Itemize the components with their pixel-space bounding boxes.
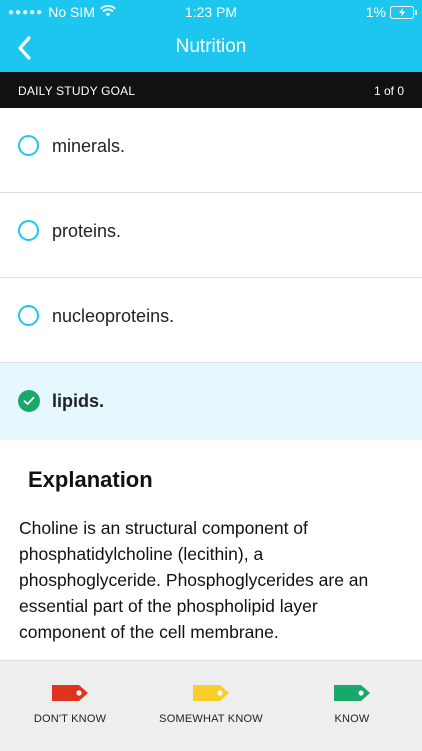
answer-label: nucleoproteins.: [52, 306, 175, 326]
dont-know-label: DON'T KNOW: [33, 713, 107, 725]
battery-percent: 1%: [365, 4, 386, 20]
knowledge-rating-bar: DON'T KNOW SOMEWHAT KNOW KNOW: [0, 660, 422, 751]
know-button[interactable]: KNOW: [282, 661, 422, 751]
answer-options: minerals. proteins. nucleoproteins. lipi…: [0, 108, 422, 448]
explanation-panel: Explanation Choline is an structural com…: [0, 440, 422, 660]
daily-goal-bar: DAILY STUDY GOAL 1 of 0: [0, 72, 422, 108]
answer-option-nucleoproteins[interactable]: nucleoproteins.: [0, 278, 422, 363]
answer-label: proteins.: [52, 221, 122, 241]
battery-charging-icon: [390, 5, 417, 19]
answer-option-lipids[interactable]: lipids.: [0, 363, 422, 448]
know-label: KNOW: [334, 713, 370, 725]
explanation-title: Explanation: [28, 467, 153, 492]
explanation-text: Choline is an structural component of ph…: [19, 518, 369, 642]
page-title: Nutrition: [175, 36, 247, 57]
answer-label: minerals.: [52, 136, 126, 156]
top-bar: ●●●●● No SIM 1:23 PM 1% Nutrition: [0, 0, 422, 72]
green-tag-icon: [334, 685, 370, 701]
dont-know-button[interactable]: DON'T KNOW: [0, 661, 140, 751]
status-time: 1:23 PM: [184, 4, 238, 20]
answer-label: lipids.: [52, 391, 105, 411]
status-right: 1%: [365, 4, 417, 20]
goal-progress: 1 of 0: [373, 84, 404, 98]
radio-icon: [18, 305, 39, 326]
daily-goal-label: DAILY STUDY GOAL: [18, 84, 136, 98]
status-bar: ●●●●● No SIM 1:23 PM 1%: [0, 0, 422, 24]
radio-icon: [18, 220, 39, 241]
yellow-tag-icon: [193, 685, 229, 701]
red-tag-icon: [52, 685, 88, 701]
nav-bar: Nutrition: [0, 24, 422, 72]
check-circle-icon: [18, 390, 40, 412]
answer-option-proteins[interactable]: proteins.: [0, 193, 422, 278]
somewhat-know-label: SOMEWHAT KNOW: [159, 713, 263, 725]
somewhat-know-button[interactable]: SOMEWHAT KNOW: [141, 661, 281, 751]
radio-icon: [18, 135, 39, 156]
answer-option-minerals[interactable]: minerals.: [0, 108, 422, 193]
